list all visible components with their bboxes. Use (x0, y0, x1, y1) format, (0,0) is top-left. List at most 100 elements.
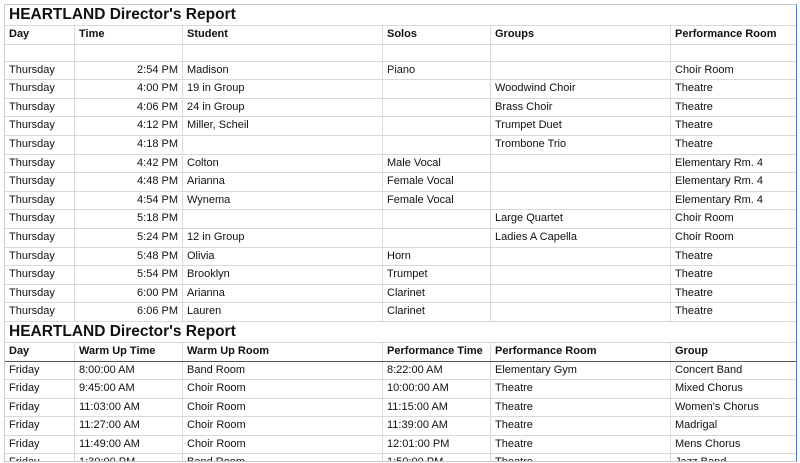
cell-group[interactable]: Madrigal (671, 417, 796, 435)
cell-solo[interactable]: Piano (383, 61, 491, 80)
cell-performance-room[interactable]: Theatre (491, 454, 671, 461)
cell-time[interactable]: 5:54 PM (75, 266, 183, 284)
cell-performance-room[interactable]: Theatre (671, 99, 796, 117)
cell-time[interactable]: 4:06 PM (75, 98, 183, 117)
cell-warm-up-room[interactable]: Band Room (183, 361, 383, 380)
cell-warm-up-room[interactable]: Band Room (183, 454, 383, 461)
cell-group[interactable] (491, 173, 671, 191)
cell-warm-up-room[interactable]: Choir Room (183, 398, 383, 417)
cell-group[interactable] (491, 303, 671, 321)
cell-solo[interactable]: Clarinet (383, 303, 491, 321)
cell-group[interactable]: Trumpet Duet (491, 117, 671, 135)
cell-performance-time[interactable]: 12:01:00 PM (383, 435, 491, 454)
cell-group[interactable] (491, 61, 671, 80)
cell-solo[interactable]: Horn (383, 247, 491, 266)
cell-performance-room[interactable]: Elementary Rm. 4 (671, 192, 796, 210)
cell-day[interactable]: Thursday (5, 247, 75, 266)
cell-group[interactable]: Concert Band (671, 362, 796, 380)
cell-solo[interactable] (383, 210, 491, 228)
header-solos[interactable]: Solos (383, 26, 491, 44)
cell-solo[interactable] (383, 98, 491, 117)
cell-student[interactable] (183, 210, 383, 228)
cell-student[interactable]: Madison (183, 61, 383, 80)
cell-student[interactable]: Arianna (183, 284, 383, 303)
cell-group[interactable]: Jazz Band (671, 454, 796, 461)
cell-group[interactable] (491, 266, 671, 284)
cell-solo[interactable] (383, 117, 491, 135)
cell-day[interactable]: Thursday (5, 210, 75, 228)
blank-cell[interactable] (75, 44, 183, 61)
cell-student[interactable]: Wynema (183, 191, 383, 210)
cell-day[interactable]: Friday (5, 417, 75, 435)
cell-solo[interactable] (383, 228, 491, 247)
cell-performance-room[interactable]: Theatre (671, 80, 796, 98)
cell-warm-up-time[interactable]: 11:27:00 AM (75, 417, 183, 435)
header-student[interactable]: Student (183, 26, 383, 44)
header-groups[interactable]: Groups (491, 26, 671, 44)
cell-performance-room[interactable]: Elementary Rm. 4 (671, 155, 796, 173)
blank-cell[interactable] (671, 45, 796, 61)
cell-day[interactable]: Thursday (5, 266, 75, 284)
cell-day[interactable]: Thursday (5, 228, 75, 247)
cell-group[interactable] (491, 247, 671, 266)
cell-time[interactable]: 4:00 PM (75, 80, 183, 98)
cell-warm-up-room[interactable]: Choir Room (183, 435, 383, 454)
cell-performance-time[interactable]: 1:50:00 PM (383, 454, 491, 461)
cell-student[interactable]: Arianna (183, 173, 383, 191)
cell-time[interactable]: 5:24 PM (75, 228, 183, 247)
blank-cell[interactable] (491, 44, 671, 61)
cell-performance-room[interactable]: Theatre (671, 136, 796, 154)
cell-performance-room[interactable]: Theatre (671, 117, 796, 135)
cell-performance-room[interactable]: Choir Room (671, 62, 796, 80)
cell-group[interactable]: Woodwind Choir (491, 80, 671, 98)
cell-performance-time[interactable]: 11:15:00 AM (383, 398, 491, 417)
cell-day[interactable]: Thursday (5, 303, 75, 321)
header-performance-room[interactable]: Performance Room (491, 342, 671, 361)
cell-performance-room[interactable]: Theatre (491, 380, 671, 398)
header-performance-time[interactable]: Performance Time (383, 342, 491, 361)
cell-student[interactable]: 12 in Group (183, 228, 383, 247)
cell-day[interactable]: Friday (5, 454, 75, 461)
cell-performance-room[interactable]: Choir Room (671, 229, 796, 247)
cell-day[interactable]: Friday (5, 380, 75, 398)
cell-day[interactable]: Thursday (5, 98, 75, 117)
cell-time[interactable]: 5:48 PM (75, 247, 183, 266)
cell-day[interactable]: Thursday (5, 154, 75, 173)
cell-day[interactable]: Friday (5, 361, 75, 380)
cell-performance-room[interactable]: Theatre (491, 435, 671, 454)
header-group[interactable]: Group (671, 343, 796, 361)
header-day[interactable]: Day (5, 342, 75, 361)
cell-day[interactable]: Thursday (5, 173, 75, 191)
cell-day[interactable]: Thursday (5, 80, 75, 98)
cell-student[interactable]: Colton (183, 154, 383, 173)
cell-performance-room[interactable]: Elementary Gym (491, 361, 671, 380)
cell-warm-up-time[interactable]: 8:00:00 AM (75, 361, 183, 380)
cell-warm-up-time[interactable]: 11:49:00 AM (75, 435, 183, 454)
cell-time[interactable]: 4:54 PM (75, 191, 183, 210)
cell-performance-time[interactable]: 11:39:00 AM (383, 417, 491, 435)
cell-solo[interactable]: Female Vocal (383, 173, 491, 191)
cell-student[interactable]: Olivia (183, 247, 383, 266)
cell-performance-room[interactable]: Theatre (491, 398, 671, 417)
cell-day[interactable]: Thursday (5, 61, 75, 80)
cell-performance-room[interactable]: Theatre (671, 248, 796, 266)
cell-student[interactable]: 19 in Group (183, 80, 383, 98)
cell-group[interactable]: Mens Chorus (671, 436, 796, 454)
cell-time[interactable]: 4:18 PM (75, 135, 183, 154)
cell-warm-up-time[interactable]: 11:03:00 AM (75, 398, 183, 417)
header-warm-up-time[interactable]: Warm Up Time (75, 342, 183, 361)
cell-warm-up-time[interactable]: 9:45:00 AM (75, 380, 183, 398)
header-performance-room[interactable]: Performance Room (671, 26, 796, 44)
cell-student[interactable]: Brooklyn (183, 266, 383, 284)
cell-day[interactable]: Friday (5, 435, 75, 454)
cell-performance-room[interactable]: Choir Room (671, 210, 796, 228)
cell-performance-time[interactable]: 10:00:00 AM (383, 380, 491, 398)
cell-warm-up-room[interactable]: Choir Room (183, 417, 383, 435)
cell-day[interactable]: Friday (5, 398, 75, 417)
cell-group[interactable] (491, 284, 671, 303)
cell-time[interactable]: 5:18 PM (75, 210, 183, 228)
cell-time[interactable]: 4:12 PM (75, 117, 183, 135)
blank-cell[interactable] (183, 44, 383, 61)
cell-solo[interactable] (383, 80, 491, 98)
cell-warm-up-time[interactable]: 1:30:00 PM (75, 454, 183, 461)
